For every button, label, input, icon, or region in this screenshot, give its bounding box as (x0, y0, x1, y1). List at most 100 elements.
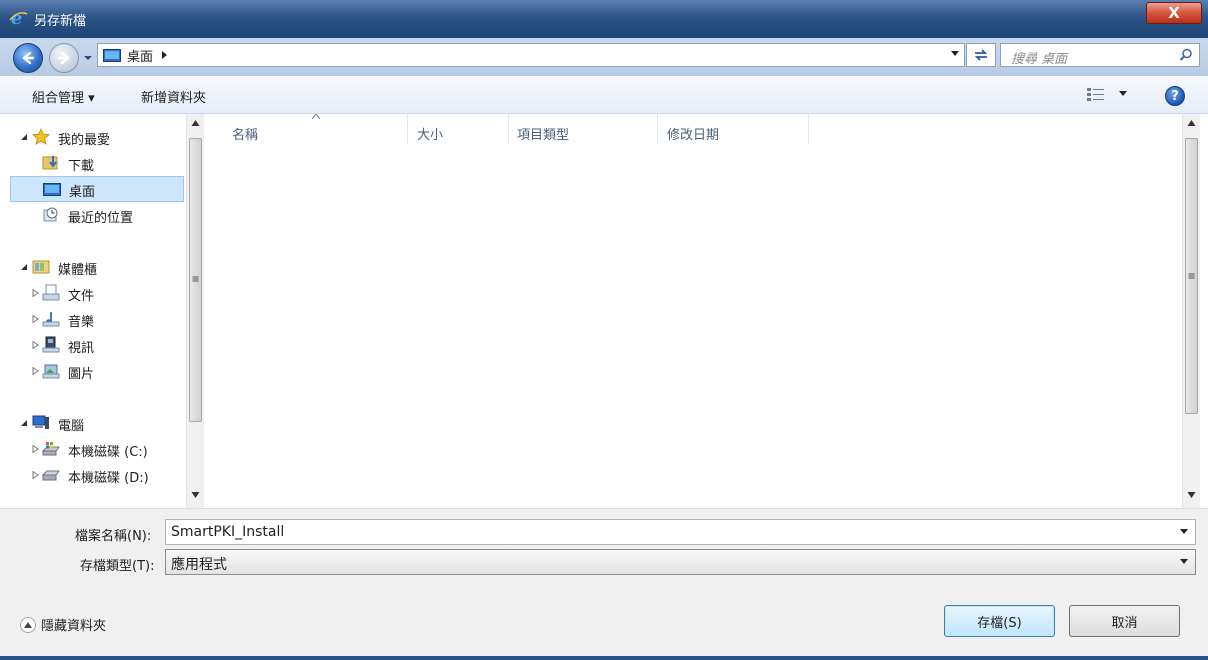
column-header-size[interactable]: 大小 (403, 114, 509, 144)
expanded-triangle-icon[interactable] (20, 263, 28, 271)
navigation-pane: 我的最愛 下載 桌面 最近的位置 媒體櫃 文件 音樂 視訊 圖片 電腦 本機磁碟… (10, 114, 186, 508)
star-icon (32, 128, 50, 145)
column-header-type[interactable]: 項目類型 (503, 114, 658, 144)
window-bottom-edge (0, 656, 1208, 660)
filename-input[interactable]: SmartPKI_Install (165, 519, 1196, 545)
column-header-name[interactable]: 名稱 (218, 114, 408, 144)
nav-label-recent-places: 最近的位置 (68, 211, 134, 226)
nav-item-downloads[interactable]: 下載 (10, 150, 184, 176)
nav-label-computer: 電腦 (58, 419, 85, 434)
recent-places-icon (43, 207, 58, 222)
nav-item-libraries[interactable]: 媒體櫃 (10, 254, 184, 280)
chevron-right-icon[interactable] (161, 50, 168, 60)
nav-label-downloads: 下載 (68, 159, 95, 174)
arrow-right-icon (57, 51, 70, 65)
breadcrumb-desktop[interactable]: 桌面 (127, 46, 153, 65)
refresh-button[interactable] (966, 43, 996, 67)
scroll-up-icon[interactable] (187, 120, 204, 126)
refresh-icon (974, 49, 988, 61)
nav-label-favorites: 我的最愛 (58, 133, 111, 148)
filetype-value: 應用程式 (171, 557, 227, 573)
system-drive-icon (42, 442, 60, 456)
address-bar[interactable]: 桌面 (97, 43, 965, 67)
nav-label-music: 音樂 (68, 315, 95, 330)
forward-button[interactable] (49, 43, 79, 73)
chevron-down-icon[interactable] (1179, 558, 1189, 565)
title-bar: e 另存新檔 X (0, 0, 1208, 38)
help-icon: ? (1171, 88, 1179, 104)
collapsed-triangle-icon[interactable] (32, 471, 40, 479)
scroll-grip-icon (1188, 273, 1195, 279)
scroll-down-icon[interactable] (187, 492, 204, 498)
nav-label-libraries: 媒體櫃 (58, 263, 98, 278)
search-box[interactable]: 搜尋 桌面 (1000, 43, 1200, 67)
computer-icon (32, 415, 49, 429)
videos-icon (42, 336, 60, 353)
pictures-icon (42, 364, 60, 379)
desktop-icon (43, 183, 61, 196)
filetype-label: 存檔類型(T): (80, 559, 155, 574)
view-options-dropdown-icon[interactable] (1118, 90, 1128, 97)
collapsed-triangle-icon[interactable] (32, 367, 40, 375)
nav-label-drive-d: 本機磁碟 (D:) (68, 471, 149, 486)
nav-item-desktop[interactable]: 桌面 (10, 176, 184, 202)
filename-label: 檔案名稱(N): (75, 529, 152, 544)
main-content: 我的最愛 下載 桌面 最近的位置 媒體櫃 文件 音樂 視訊 圖片 電腦 本機磁碟… (0, 114, 1208, 508)
chevron-down-icon[interactable] (1179, 528, 1189, 535)
filename-value: SmartPKI_Install (171, 524, 285, 540)
scroll-down-icon[interactable] (1183, 492, 1200, 498)
window-title: 另存新檔 (34, 14, 87, 29)
collapsed-triangle-icon[interactable] (32, 445, 40, 453)
nav-item-recent-places[interactable]: 最近的位置 (10, 202, 184, 228)
chevron-down-icon[interactable] (950, 50, 960, 57)
nav-label-pictures: 圖片 (68, 367, 95, 382)
nav-item-documents[interactable]: 文件 (10, 280, 184, 306)
save-button[interactable]: 存檔(S) (944, 605, 1055, 637)
new-folder-button[interactable]: 新增資料夾 (141, 87, 206, 106)
expanded-triangle-icon[interactable] (20, 133, 28, 141)
filetype-select[interactable]: 應用程式 (165, 549, 1196, 575)
nav-item-favorites[interactable]: 我的最愛 (10, 124, 184, 150)
recent-pages-dropdown-icon[interactable] (82, 52, 94, 64)
collapsed-triangle-icon[interactable] (32, 341, 40, 349)
collapsed-triangle-icon[interactable] (32, 315, 40, 323)
nav-item-computer[interactable]: 電腦 (10, 410, 184, 436)
cancel-button-label: 取消 (1111, 615, 1138, 631)
arrow-left-icon (22, 51, 35, 65)
column-header-modified[interactable]: 修改日期 (653, 114, 809, 144)
command-bar: 組合管理 ▾ 新增資料夾 (0, 76, 1208, 114)
save-options-panel: 檔案名稱(N): SmartPKI_Install 存檔類型(T): 應用程式 … (0, 508, 1208, 656)
nav-item-drive-d[interactable]: 本機磁碟 (D:) (10, 462, 184, 488)
nav-item-music[interactable]: 音樂 (10, 306, 184, 332)
back-button[interactable] (13, 43, 43, 73)
file-list[interactable]: 名稱 大小 項目類型 修改日期 (208, 114, 1180, 508)
hard-drive-icon (42, 470, 60, 481)
nav-item-drive-c[interactable]: 本機磁碟 (C:) (10, 436, 184, 462)
nav-label-videos: 視訊 (68, 341, 95, 356)
scroll-up-icon[interactable] (1183, 120, 1200, 126)
close-icon: X (1168, 4, 1180, 22)
hide-folders-toggle[interactable]: 隱藏資料夾 (20, 615, 106, 634)
nav-item-videos[interactable]: 視訊 (10, 332, 184, 358)
desktop-icon (103, 48, 121, 62)
music-icon (42, 312, 60, 327)
collapsed-triangle-icon[interactable] (32, 289, 40, 297)
file-list-scrollbar[interactable] (1182, 114, 1200, 508)
nav-label-drive-c: 本機磁碟 (C:) (68, 445, 148, 460)
ie-icon: e (9, 8, 28, 28)
help-button[interactable]: ? (1165, 86, 1185, 106)
search-icon[interactable] (1179, 48, 1193, 62)
cancel-button[interactable]: 取消 (1069, 605, 1180, 637)
nav-label-desktop: 桌面 (69, 185, 96, 200)
navigation-pane-scrollbar[interactable] (186, 114, 204, 508)
expanded-triangle-icon[interactable] (20, 419, 28, 427)
close-button[interactable]: X (1146, 2, 1202, 24)
downloads-folder-icon (42, 156, 58, 170)
view-details-icon[interactable] (1086, 87, 1106, 102)
nav-label-documents: 文件 (68, 289, 95, 304)
search-placeholder: 搜尋 桌面 (1011, 52, 1068, 67)
scroll-grip-icon (192, 276, 199, 282)
nav-item-pictures[interactable]: 圖片 (10, 358, 184, 384)
organize-menu-button[interactable]: 組合管理 ▾ (32, 87, 95, 106)
collapse-up-icon (20, 616, 36, 633)
